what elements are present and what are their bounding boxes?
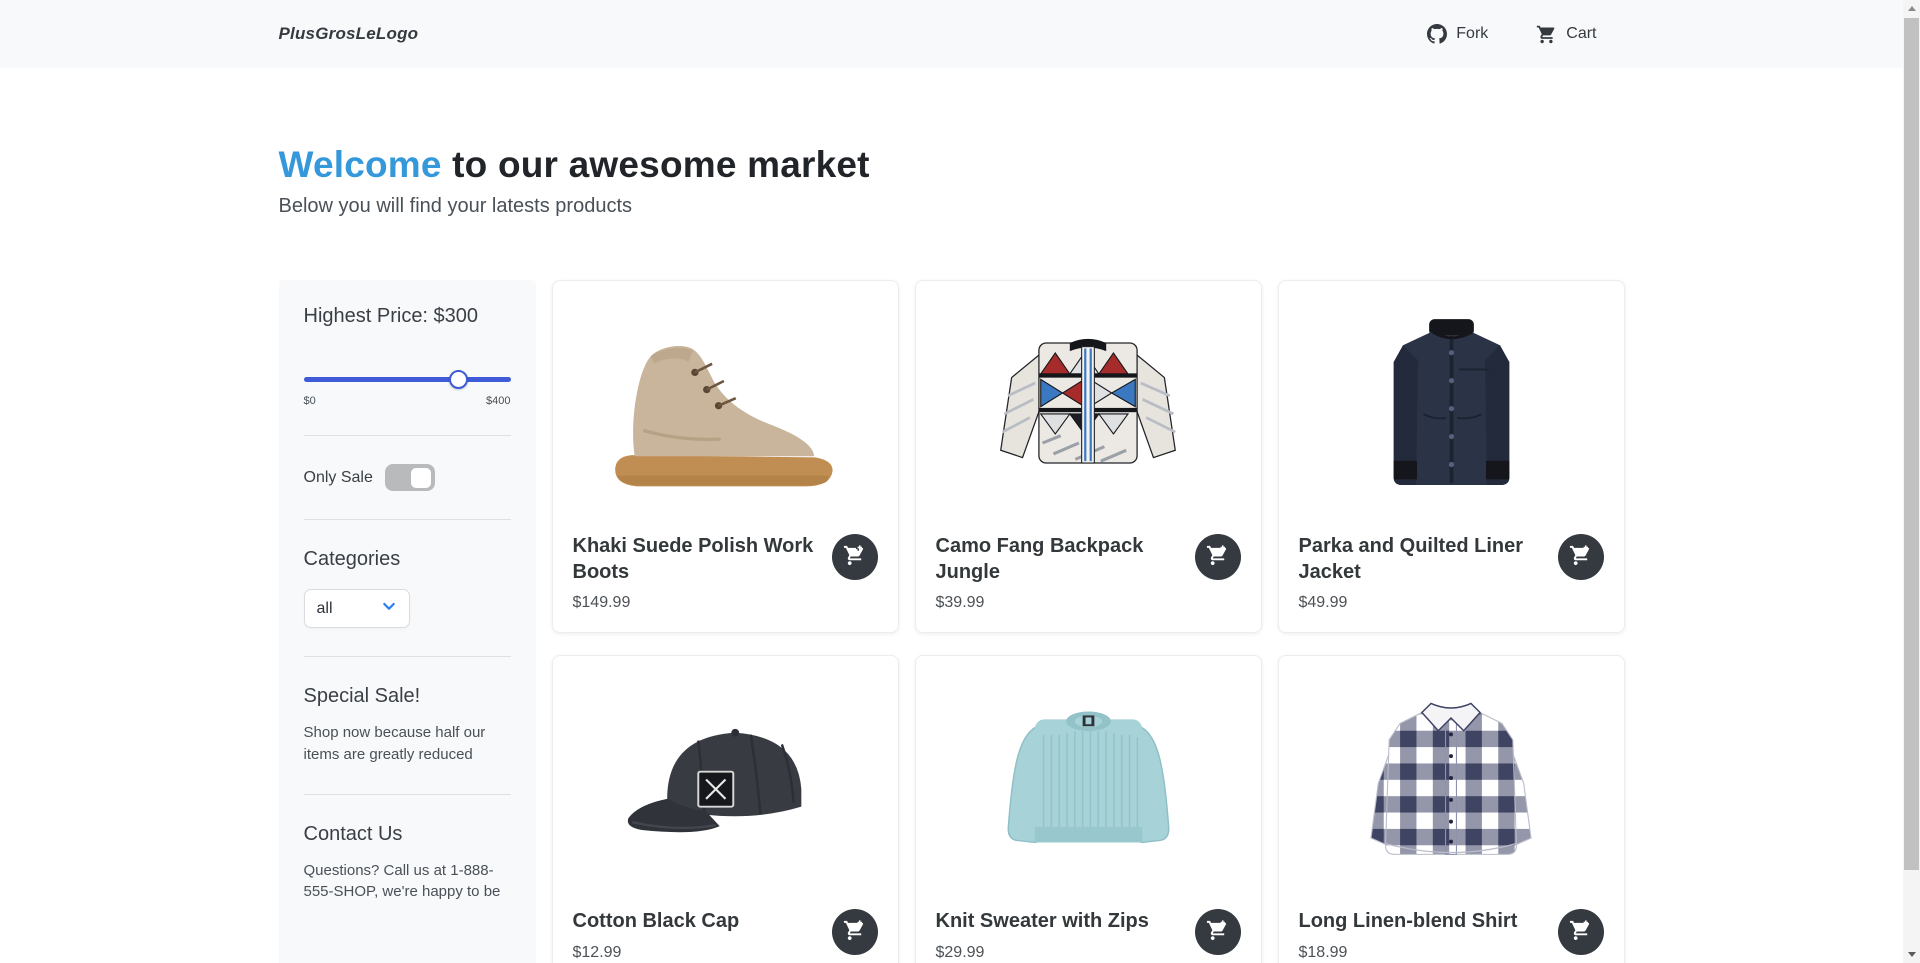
cart-plus-icon [1569, 544, 1592, 570]
product-price: $29.99 [936, 944, 1183, 962]
page-title: Welcome to our awesome market [279, 144, 1625, 186]
add-to-cart-button[interactable] [1558, 909, 1604, 955]
hero: Welcome to our awesome market Below you … [279, 144, 1625, 218]
fork-link[interactable]: Fork [1427, 24, 1488, 44]
cart-link-label: Cart [1566, 25, 1596, 43]
divider [304, 519, 511, 520]
price-min-label: $0 [304, 395, 316, 407]
categories-selected-value: all [317, 600, 333, 618]
special-sale-heading: Special Sale! [304, 685, 511, 708]
product-title: Long Linen-blend Shirt [1299, 909, 1546, 935]
divider [304, 794, 511, 795]
price-slider-thumb[interactable] [449, 370, 468, 389]
product-image-plaid-shirt [1279, 656, 1624, 899]
product-title: Knit Sweater with Zips [936, 909, 1183, 935]
github-icon [1427, 24, 1447, 44]
only-sale-label: Only Sale [304, 469, 373, 487]
product-price: $49.99 [1299, 594, 1546, 612]
contact-us-text: Questions? Call us at 1-888-555-SHOP, we… [304, 860, 511, 904]
price-slider[interactable] [304, 370, 511, 389]
cart-plus-icon [843, 544, 866, 570]
product-title: Parka and Quilted Liner Jacket [1299, 534, 1546, 585]
page-scrollbar[interactable] [1903, 0, 1920, 963]
product-image-camo-jacket [916, 281, 1261, 524]
price-max-label: $400 [486, 395, 510, 407]
header: PlusGrosLeLogo Fork Cart [0, 0, 1903, 68]
chevron-down-icon [381, 598, 397, 619]
only-sale-toggle-knob [411, 468, 431, 488]
product-price: $149.99 [573, 594, 820, 612]
page-subtitle: Below you will find your latests product… [279, 195, 1625, 218]
divider [304, 435, 511, 436]
header-nav: Fork Cart [1427, 24, 1624, 45]
product-price: $39.99 [936, 594, 1183, 612]
product-title: Khaki Suede Polish Work Boots [573, 534, 820, 585]
product-title: Camo Fang Backpack Jungle [936, 534, 1183, 585]
only-sale-toggle[interactable] [385, 464, 435, 491]
filter-sidebar: Highest Price: $300 $0 $400 Only Sale [279, 280, 536, 963]
cart-plus-icon [1206, 544, 1229, 570]
product-card: Khaki Suede Polish Work Boots $149.99 [552, 280, 899, 633]
page-title-highlight: Welcome [279, 144, 442, 185]
product-title: Cotton Black Cap [573, 909, 820, 935]
scrollbar-up-arrow-icon[interactable] [1903, 0, 1920, 17]
product-card: Cotton Black Cap $12.99 [552, 655, 899, 963]
product-card: Long Linen-blend Shirt $18.99 [1278, 655, 1625, 963]
cart-link[interactable]: Cart [1536, 24, 1596, 45]
divider [304, 656, 511, 657]
cart-plus-icon [1206, 919, 1229, 945]
special-sale-text: Shop now because half our items are grea… [304, 722, 511, 766]
scrollbar-down-arrow-icon[interactable] [1903, 946, 1920, 963]
product-price: $12.99 [573, 944, 820, 962]
add-to-cart-button[interactable] [832, 909, 878, 955]
scrollbar-thumb[interactable] [1904, 18, 1919, 870]
site-logo[interactable]: PlusGrosLeLogo [279, 24, 419, 44]
fork-link-label: Fork [1456, 25, 1488, 43]
categories-heading: Categories [304, 548, 511, 571]
highest-price-label: Highest Price: $300 [304, 305, 511, 328]
product-price: $18.99 [1299, 944, 1546, 962]
add-to-cart-button[interactable] [1558, 534, 1604, 580]
cart-icon [1536, 24, 1557, 45]
product-image-navy-parka [1279, 281, 1624, 524]
product-image-knit-sweater [916, 656, 1261, 899]
add-to-cart-button[interactable] [1195, 534, 1241, 580]
product-image-khaki-boots [553, 281, 898, 524]
cart-plus-icon [843, 919, 866, 945]
product-card: Camo Fang Backpack Jungle $39.99 [915, 280, 1262, 633]
add-to-cart-button[interactable] [832, 534, 878, 580]
categories-select[interactable]: all [304, 589, 410, 628]
cart-plus-icon [1569, 919, 1592, 945]
product-card: Parka and Quilted Liner Jacket $49.99 [1278, 280, 1625, 633]
contact-us-heading: Contact Us [304, 823, 511, 846]
page-title-rest: to our awesome market [442, 144, 870, 185]
product-card: Knit Sweater with Zips $29.99 [915, 655, 1262, 963]
price-slider-track [304, 377, 511, 382]
product-image-black-cap [553, 656, 898, 899]
add-to-cart-button[interactable] [1195, 909, 1241, 955]
